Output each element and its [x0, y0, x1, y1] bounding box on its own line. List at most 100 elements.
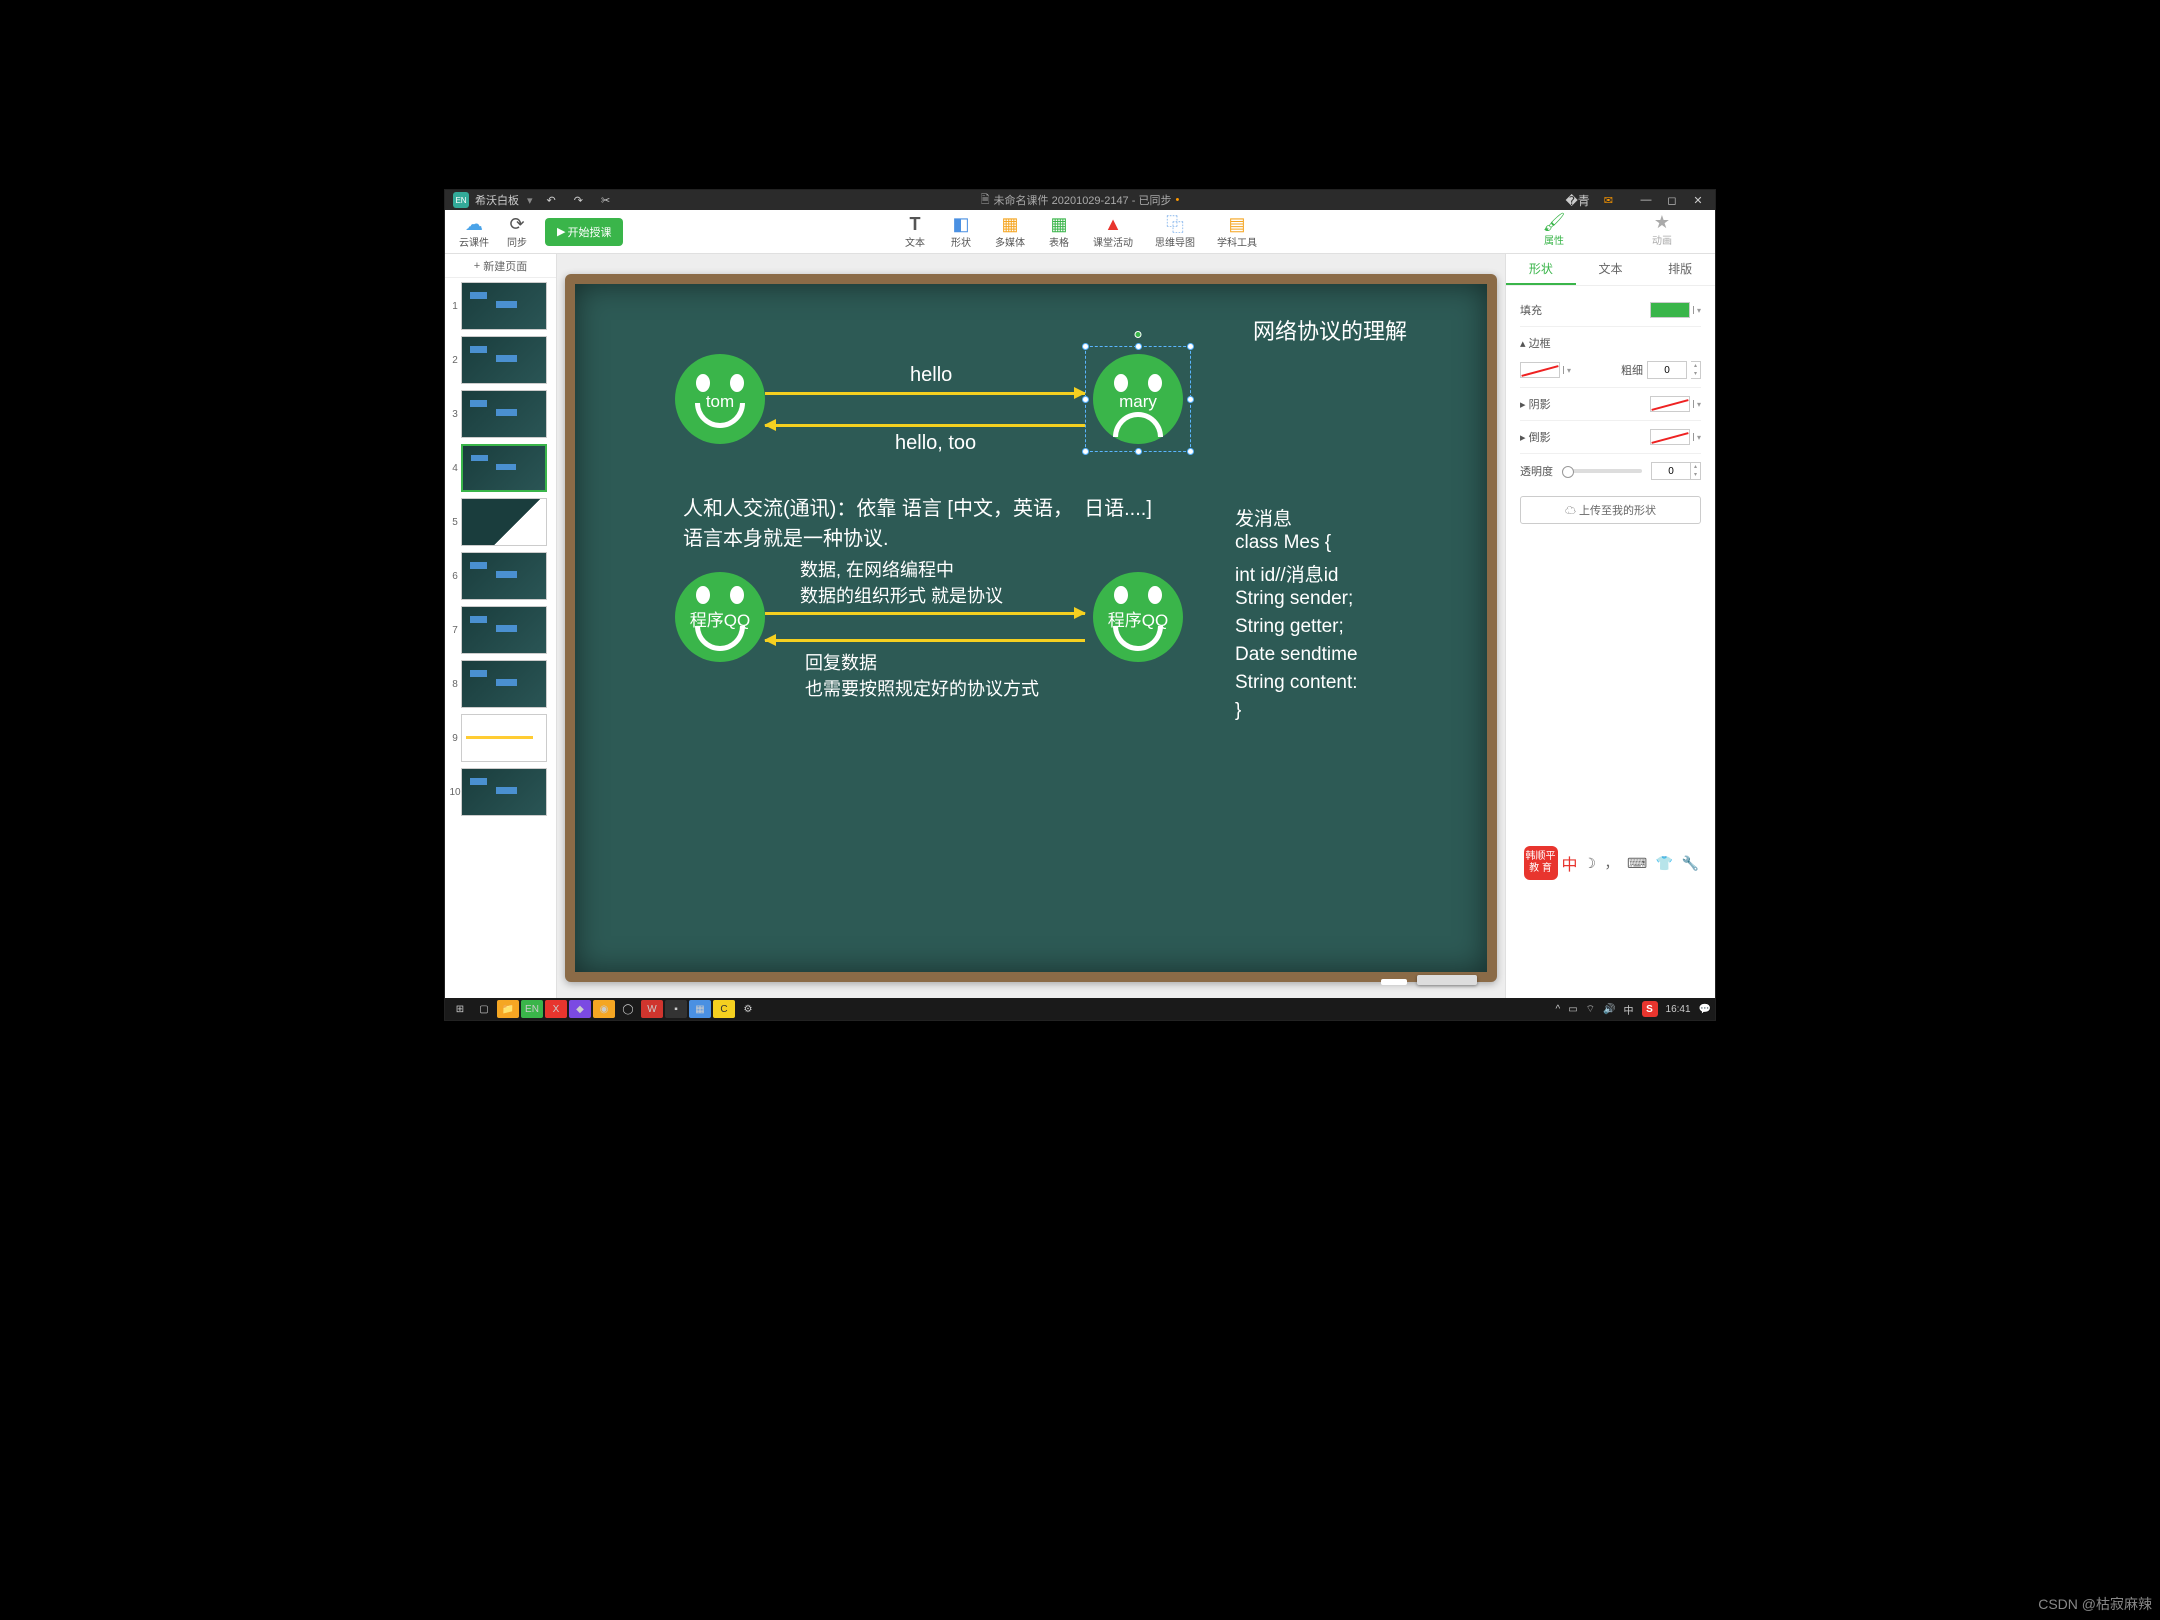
arrow-data[interactable]	[765, 612, 1085, 615]
expand-icon[interactable]: ▸ 阴影	[1520, 396, 1551, 412]
border-style-picker[interactable]: ▾	[1520, 362, 1571, 378]
tab-layout[interactable]: 排版	[1645, 254, 1715, 285]
expand-icon[interactable]: ▸ 倒影	[1520, 429, 1551, 445]
code-line8: }	[1235, 700, 1241, 722]
moon-icon[interactable]: ☽	[1584, 855, 1597, 871]
brush-icon: 🖌	[1543, 212, 1566, 232]
slide-thumb-5[interactable]	[461, 498, 547, 546]
action-center-icon[interactable]: 💬	[1699, 1004, 1711, 1015]
slide-thumb-8[interactable]	[461, 660, 547, 708]
selection-box[interactable]	[1085, 346, 1191, 452]
ime-lang[interactable]: 中	[1562, 851, 1578, 875]
new-page-button[interactable]: + 新建页面	[445, 254, 556, 278]
upload-shape-button[interactable]: ☁ 上传至我的形状	[1520, 496, 1701, 524]
undo-icon[interactable]: ↶	[547, 194, 556, 207]
resize-handle[interactable]	[1135, 343, 1142, 350]
slide-thumb-7[interactable]	[461, 606, 547, 654]
close-button[interactable]: ✕	[1689, 194, 1707, 207]
slide-thumb-4[interactable]	[461, 444, 547, 492]
clock[interactable]: 16:41	[1666, 1004, 1691, 1015]
mindmap-tool-button[interactable]: ⿻思维导图	[1147, 212, 1203, 251]
resize-handle[interactable]	[1187, 343, 1194, 350]
keyboard-icon[interactable]: ⌨	[1627, 855, 1647, 871]
reflection-picker[interactable]: ▾	[1650, 429, 1701, 445]
seewo-icon[interactable]: EN	[521, 1000, 543, 1018]
slide-thumb-1[interactable]	[461, 282, 547, 330]
start-button[interactable]: ⊞	[449, 1000, 471, 1018]
slide-thumbnails[interactable]: 1 2 3 4 5 6 7 8 9 10	[445, 278, 556, 1002]
resize-handle[interactable]	[1187, 448, 1194, 455]
comma-icon[interactable]: ，	[1605, 855, 1619, 871]
chalkboard[interactable]: 网络协议的理解 tom mary	[575, 284, 1487, 972]
sync-button[interactable]: ⟳ 同步	[497, 212, 537, 251]
chrome-icon[interactable]: ◯	[617, 1000, 639, 1018]
ime-cn[interactable]: 中	[1624, 1002, 1634, 1017]
app-menu-dropdown[interactable]: ▾	[527, 194, 533, 207]
animation-tab-button[interactable]: ★动画	[1611, 210, 1713, 249]
property-tab-button[interactable]: 🖌属性	[1503, 210, 1605, 249]
slide-thumb-2[interactable]	[461, 336, 547, 384]
settings-icon[interactable]: ⚙	[737, 1000, 759, 1018]
star-icon: ★	[1654, 212, 1670, 232]
slide-thumb-10[interactable]	[461, 768, 547, 816]
share-icon[interactable]: �青	[1565, 192, 1589, 209]
shape-tool-button[interactable]: ◧形状	[941, 212, 981, 251]
opacity-spinner[interactable]: ▴▾	[1691, 462, 1701, 480]
app-icon-orange[interactable]: ◉	[593, 1000, 615, 1018]
slide-thumb-3[interactable]	[461, 390, 547, 438]
table-tool-button[interactable]: ▦表格	[1039, 212, 1079, 251]
arrow-hello-too[interactable]	[765, 424, 1085, 427]
start-class-button[interactable]: ▶ 开始授课	[545, 218, 623, 246]
opacity-slider[interactable]	[1562, 469, 1642, 473]
shadow-picker[interactable]: ▾	[1650, 396, 1701, 412]
resize-handle[interactable]	[1082, 343, 1089, 350]
fill-color-picker[interactable]: ▾	[1650, 302, 1701, 318]
face-qq1[interactable]: 程序QQ	[675, 572, 765, 662]
opacity-input[interactable]	[1651, 462, 1691, 480]
app-icon-yellow[interactable]: C	[713, 1000, 735, 1018]
text-tool-button[interactable]: T文本	[895, 212, 935, 251]
arrow-hello[interactable]	[765, 392, 1085, 395]
redo-icon[interactable]: ↷	[574, 194, 583, 207]
terminal-icon[interactable]: ▪	[665, 1000, 687, 1018]
slide-thumb-6[interactable]	[461, 552, 547, 600]
resize-handle[interactable]	[1082, 448, 1089, 455]
shirt-icon[interactable]: 👕	[1656, 855, 1673, 871]
minimize-button[interactable]: —	[1637, 194, 1655, 207]
app-icon-blue[interactable]: ▦	[689, 1000, 711, 1018]
play-icon: ▶	[557, 225, 565, 238]
face-tom[interactable]: tom	[675, 354, 765, 444]
face-qq2[interactable]: 程序QQ	[1093, 572, 1183, 662]
sogou-icon[interactable]: S	[1642, 1001, 1658, 1017]
task-view-icon[interactable]: ▢	[473, 1000, 495, 1018]
wps-icon[interactable]: W	[641, 1000, 663, 1018]
app-logo-icon: EN	[453, 192, 469, 208]
cut-icon[interactable]: ✂	[601, 194, 610, 207]
explorer-icon[interactable]: 📁	[497, 1000, 519, 1018]
thickness-input[interactable]	[1647, 361, 1687, 379]
volume-icon[interactable]: 🔊	[1603, 1004, 1615, 1015]
mail-icon[interactable]: ✉	[1604, 194, 1613, 207]
tab-text[interactable]: 文本	[1576, 254, 1646, 285]
expand-icon[interactable]: ▴ 边框	[1520, 335, 1551, 351]
activity-tool-button[interactable]: ▲课堂活动	[1085, 212, 1141, 251]
canvas-area[interactable]: 网络协议的理解 tom mary	[557, 254, 1505, 1002]
app-icon-red[interactable]: X	[545, 1000, 567, 1018]
cloud-courseware-button[interactable]: ☁ 云课件	[451, 212, 497, 251]
battery-icon[interactable]: ▭	[1568, 1004, 1577, 1015]
subject-tool-button[interactable]: ▤学科工具	[1209, 212, 1265, 251]
media-tool-button[interactable]: ▦多媒体	[987, 212, 1033, 251]
maximize-button[interactable]: ◻	[1663, 194, 1681, 207]
resize-handle[interactable]	[1187, 396, 1194, 403]
wifi-icon[interactable]: ⌔	[1586, 1003, 1595, 1016]
resize-handle[interactable]	[1135, 448, 1142, 455]
windows-taskbar[interactable]: ⊞ ▢ 📁 EN X ◆ ◉ ◯ W ▪ ▦ C ⚙ ^ ▭ ⌔ 🔊 中 S 1…	[445, 998, 1715, 1020]
app-icon-purple[interactable]: ◆	[569, 1000, 591, 1018]
wrench-icon[interactable]: 🔧	[1682, 855, 1699, 871]
tab-shape[interactable]: 形状	[1506, 254, 1576, 285]
tray-chevron-icon[interactable]: ^	[1556, 1004, 1561, 1015]
thickness-spinner[interactable]: ▴▾	[1691, 361, 1701, 379]
slide-thumb-9[interactable]	[461, 714, 547, 762]
arrow-reply[interactable]	[765, 639, 1085, 642]
rotate-handle[interactable]	[1135, 331, 1142, 338]
